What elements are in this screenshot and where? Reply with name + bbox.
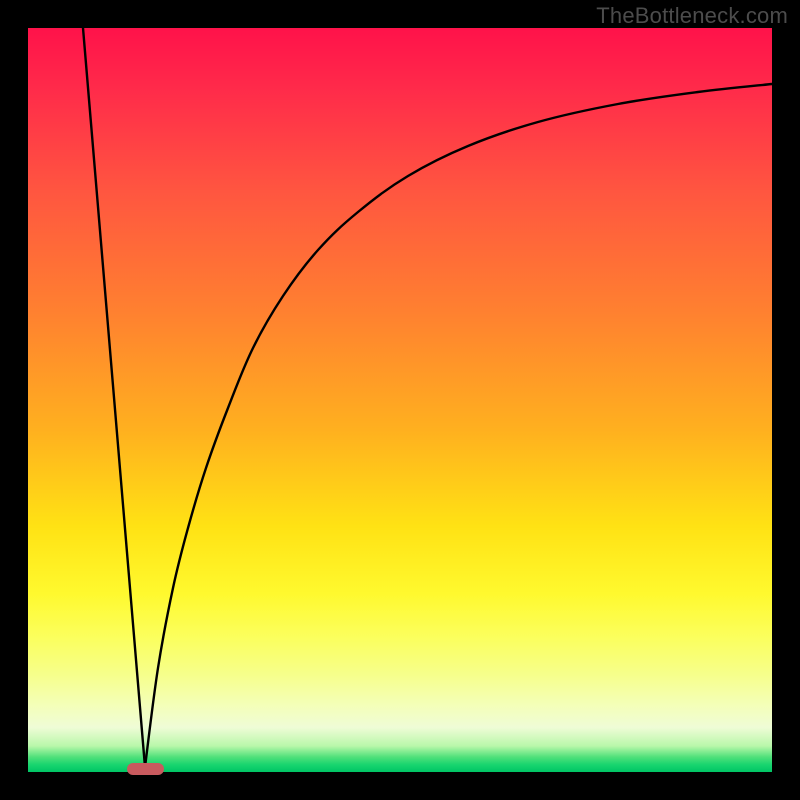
curve-right-branch [145, 84, 772, 767]
optimal-point-marker [127, 763, 164, 775]
plot-area [28, 28, 772, 772]
watermark-text: TheBottleneck.com [596, 3, 788, 29]
bottleneck-curve [28, 28, 772, 772]
outer-frame: TheBottleneck.com [0, 0, 800, 800]
curve-left-branch [83, 28, 145, 767]
